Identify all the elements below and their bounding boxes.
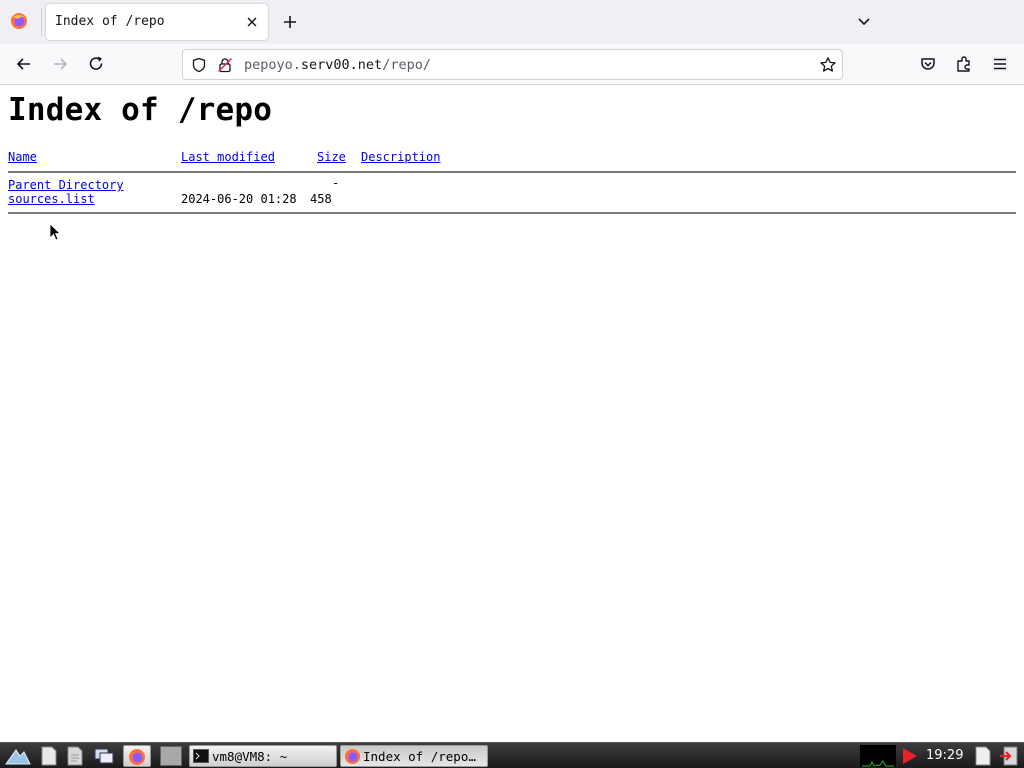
row-size: 458 [310,192,332,206]
start-menu-icon[interactable] [4,746,32,766]
column-header-name[interactable]: Name [8,150,37,164]
firefox-icon[interactable] [10,12,28,30]
hamburger-menu-icon[interactable] [990,54,1010,74]
column-header-size[interactable]: Size [317,150,346,164]
horizontal-rule [8,171,1016,173]
bookmark-star-icon[interactable] [819,56,837,74]
forward-arrow-icon[interactable] [50,54,70,74]
desktop-placeholder[interactable] [160,746,182,766]
file-icon[interactable] [38,746,60,766]
column-header-last-modified[interactable]: Last modified [181,150,275,164]
mouse-pointer-icon [49,223,61,241]
tab-index-of-repo[interactable]: Index of /repo [46,4,268,40]
firefox-icon [344,748,361,765]
taskbar-task-terminal[interactable]: vm8@VM8: ~ [189,745,337,767]
shield-icon[interactable] [191,57,207,73]
column-header-description[interactable]: Description [361,150,440,164]
cpu-graph-icon [860,745,896,767]
extensions-icon[interactable] [954,54,974,74]
url-path: /repo/ [382,57,431,73]
tab-strip: Index of /repo [0,0,1024,44]
reload-icon[interactable] [86,54,106,74]
terminal-icon [193,749,209,763]
tab-title: Index of /repo [55,14,165,29]
taskbar-firefox-launcher[interactable] [123,745,151,767]
url-text[interactable]: pepoyo.serv00.net/repo/ [244,57,431,73]
tab-divider [41,8,42,36]
tab-close-icon[interactable] [244,14,260,30]
url-prefix: pepoyo. [244,57,301,73]
row-size: - [332,176,340,190]
taskbar-task-label: Index of /repo… [363,749,476,764]
url-bar[interactable]: pepoyo.serv00.net/repo/ [182,49,843,80]
taskbar-task-label: vm8@VM8: ~ [212,749,288,764]
row-last-modified: 2024-06-20 01:28 [181,192,297,206]
volume-icon[interactable] [899,746,921,766]
taskbar: vm8@VM8: ~ Index of /repo… 19:29 [0,742,1024,768]
horizontal-rule [8,212,1016,214]
navigation-toolbar: pepoyo.serv00.net/repo/ [0,44,1024,85]
notes-icon[interactable] [972,746,994,766]
file-link-sources-list[interactable]: sources.list [8,192,95,206]
chevron-down-icon[interactable] [854,12,874,32]
back-arrow-icon[interactable] [14,54,34,74]
insecure-lock-icon[interactable] [217,57,233,73]
new-tab-icon[interactable] [280,12,300,32]
pocket-icon[interactable] [918,54,938,74]
url-domain: serv00.net [300,57,383,73]
page-content: Index of /repo Name Last modified Size D… [0,85,1024,742]
document-icon[interactable] [64,746,86,766]
logout-icon[interactable] [998,746,1020,766]
window-switch-icon[interactable] [93,746,115,766]
parent-directory-link[interactable]: Parent Directory [8,178,124,192]
page-title: Index of /repo [8,92,273,128]
firefox-icon [129,749,145,765]
taskbar-clock[interactable]: 19:29 [926,748,963,763]
taskbar-task-browser[interactable]: Index of /repo… [340,745,488,767]
